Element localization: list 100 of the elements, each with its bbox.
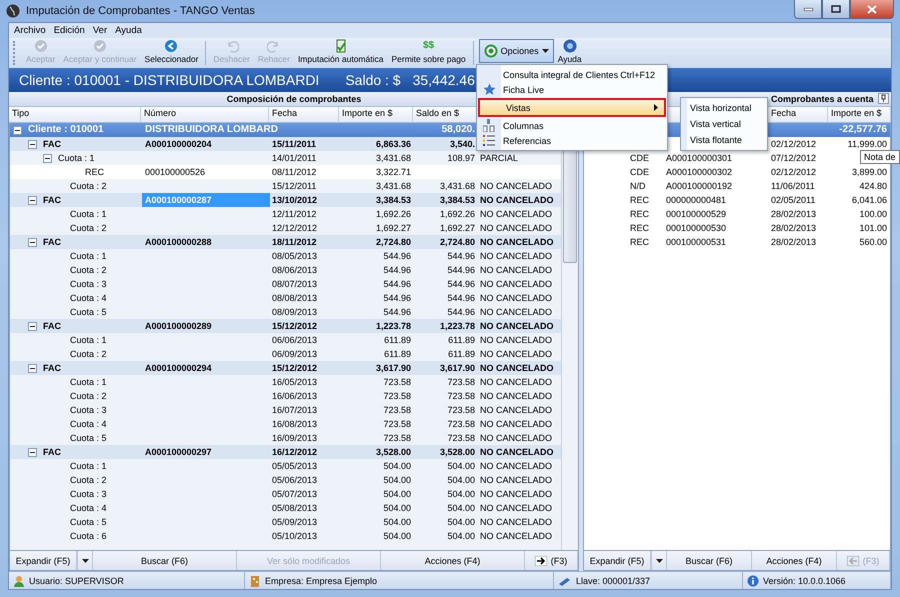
status-text: Versión: 10.0.0.1066: [763, 576, 846, 586]
table-cell-text: NO CANCELADO: [479, 181, 554, 191]
table-cell-text: 6,041.06: [850, 195, 888, 205]
table-cell-text: 544.96: [446, 265, 476, 275]
table-cell-text: Cuota : 2: [69, 390, 107, 403]
table-cell-text: 3,431.68: [374, 153, 412, 163]
balance-label: Saldo : $: [345, 72, 401, 88]
table-cell-text: 723.58: [446, 391, 476, 401]
table-cell-text: 06/06/2013: [271, 335, 318, 345]
table-cell-text: Cuota : 6: [69, 530, 107, 543]
table-cell-text: NO CANCELADO: [479, 195, 554, 205]
table-cell-text: 723.58: [446, 377, 476, 387]
client-name: Cliente : 010001 - DISTRIBUIDORA LOMBARDI: [19, 72, 320, 88]
table-cell-text: REC: [629, 195, 650, 205]
table-cell-text: 544.96: [446, 307, 476, 317]
table-cell-text: 504.00: [382, 489, 412, 499]
table-cell-text: FAC: [43, 138, 61, 151]
table-cell-text: Cuota : 2: [69, 264, 107, 277]
table-cell-text: 000100000530: [665, 223, 728, 233]
table-cell-text: 611.89: [447, 349, 476, 359]
table-cell-text: 15/11/2011: [271, 139, 318, 149]
table-cell-text: N/D: [629, 181, 646, 191]
table-cell-text: CDE: [629, 153, 650, 163]
table-cell-text: NO CANCELADO: [479, 433, 554, 443]
table-cell-text: NO CANCELADO: [479, 517, 554, 527]
table-cell-text: 05/07/2013: [271, 489, 318, 499]
table-cell-text: 02/12/2012: [770, 167, 818, 177]
table-cell-text: 723.58: [382, 377, 412, 387]
table-cell-text: 504.00: [446, 517, 476, 527]
table-cell-text: Cuota : 1: [69, 208, 107, 221]
table-cell-text: REC: [629, 209, 650, 219]
table-cell-text: 2,724.80: [374, 237, 412, 247]
table-cell-text: 544.96: [382, 265, 412, 275]
table-cell-text: FAC: [43, 236, 61, 249]
table-cell-text: 15/12/2012: [271, 321, 318, 331]
table-cell-text: A000100000192: [665, 181, 734, 191]
table-cell-text: NO CANCELADO: [479, 503, 554, 513]
table-cell-text: NO CANCELADO: [479, 279, 554, 289]
table-cell-text: 16/09/2013: [271, 433, 318, 443]
table-cell-text: 544.96: [446, 293, 476, 303]
table-cell-text: 1,692.27: [438, 223, 476, 233]
table-cell-text: 1,692.27: [374, 223, 412, 233]
table-cell-text: 1,223.78: [374, 321, 412, 331]
table-cell-text: 000100000529: [665, 209, 728, 219]
table-cell-text: 08/09/2013: [271, 307, 318, 317]
table-cell-text: 723.58: [382, 391, 412, 401]
panel-title: Comprobantes a cuenta: [771, 94, 874, 104]
table-cell-text: NO CANCELADO: [479, 265, 554, 275]
table-cell-text: NO CANCELADO: [479, 237, 554, 247]
table-cell-text: NO CANCELADO: [479, 489, 554, 499]
table-cell-text: 1,692.26: [374, 209, 412, 219]
table-cell-text: 3,540.: [448, 139, 476, 149]
table-cell-text: 611.89: [383, 349, 412, 359]
table-cell-text: 3,617.90: [374, 363, 412, 373]
table-cell-text: Cuota : 1: [58, 152, 95, 165]
table-cell-text: Cuota : 1: [69, 376, 107, 389]
table-cell-text: FAC: [43, 194, 61, 207]
table-cell-text: NO CANCELADO: [479, 321, 554, 331]
table-cell-text: Cuota : 1: [69, 334, 107, 347]
table-cell-text: 723.58: [446, 433, 476, 443]
table-cell-text: NO CANCELADO: [479, 475, 554, 485]
table-cell-text: Cuota : 2: [69, 348, 107, 361]
table-cell-text: 13/10/2012: [271, 195, 318, 205]
table-cell-text: 6,863.36: [374, 139, 412, 149]
table-cell-text: FAC: [43, 446, 61, 459]
table-cell-text: 18/11/2012: [271, 237, 318, 247]
table-cell-text: 424.80: [858, 181, 888, 191]
table-cell-text: 05/09/2013: [271, 517, 318, 527]
table-cell-text: 28/02/2013: [770, 237, 818, 247]
table-cell-text: Cuota : 3: [69, 488, 107, 501]
table-cell-text: NO CANCELADO: [479, 293, 554, 303]
table-cell-text: Cuota : 5: [69, 306, 107, 319]
table-cell-text: NO CANCELADO: [479, 209, 554, 219]
table-cell-text: Cuota : 2: [69, 180, 107, 193]
table-cell-text: 504.00: [446, 489, 476, 499]
table-cell-text: 544.96: [382, 293, 412, 303]
table-cell-text: 544.96: [382, 307, 412, 317]
status-text: Llave: 000001/337: [576, 576, 650, 586]
table-cell-text: 3,431.68: [374, 181, 412, 191]
table-cell-text: 3,384.53: [374, 195, 412, 205]
table-cell-text: 12/11/2012: [271, 209, 318, 219]
table-cell-text: NO CANCELADO: [479, 405, 554, 415]
table-cell-text: NO CANCELADO: [479, 461, 554, 471]
table-cell-text: Cuota : 4: [69, 502, 107, 515]
table-cell-text: 723.58: [382, 405, 412, 415]
table-cell-text: 504.00: [382, 517, 412, 527]
table-cell-text: 1,223.78: [438, 321, 476, 331]
table-cell-text: 14/01/2011: [271, 153, 318, 163]
table-cell-text: Cuota : 4: [69, 418, 107, 431]
status-text: Usuario: SUPERVISOR: [29, 576, 124, 586]
table-cell-text: 28/02/2013: [770, 209, 818, 219]
table-cell-text: NO CANCELADO: [479, 447, 554, 457]
table-cell-text: 08/06/2013: [271, 265, 318, 275]
money-icon: $$: [423, 39, 434, 53]
table-cell-text: NO CANCELADO: [479, 419, 554, 429]
table-cell-text: 504.00: [382, 531, 412, 541]
table-cell-text: NO CANCELADO: [479, 335, 554, 345]
table-cell-text: 723.58: [382, 433, 412, 443]
table-cell-text: Cuota : 5: [69, 516, 107, 529]
table-cell-text: 05/10/2013: [271, 531, 318, 541]
